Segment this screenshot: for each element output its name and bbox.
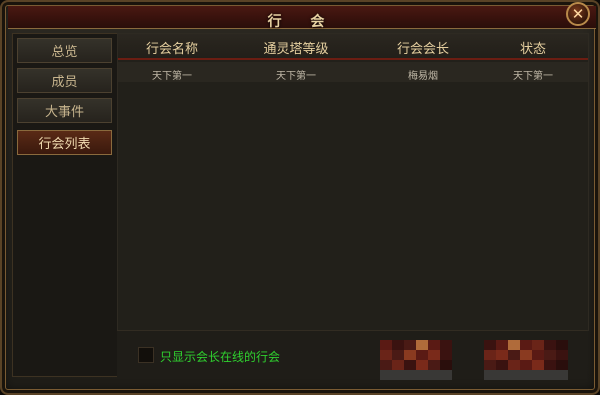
cell-tower-level: 天下第一 (276, 71, 316, 82)
header-guild-name: 行会名称 (145, 42, 198, 57)
tab-members[interactable]: 成员 (17, 68, 112, 93)
pixelated-block-right (484, 340, 568, 380)
title-bar: 行 会 (8, 6, 596, 30)
tab-overview[interactable]: 总览 (17, 38, 112, 63)
tab-guild-list[interactable]: 行会列表 (17, 130, 112, 155)
cell-guild-name: 天下第一 (152, 71, 192, 82)
cell-status: 天下第一 (513, 71, 553, 82)
close-icon[interactable]: ✕ (566, 2, 590, 26)
pixelated-block-left (380, 340, 452, 380)
online-leader-checkbox-label[interactable]: 只显示会长在线的行会 (160, 348, 280, 365)
window-title: 行 会 (267, 14, 337, 30)
online-leader-checkbox[interactable] (138, 347, 154, 363)
tab-events[interactable]: 大事件 (17, 98, 112, 123)
header-guild-leader: 行会会长 (396, 42, 449, 57)
table-row[interactable]: 天下第一 天下第一 梅易烟 天下第一 (118, 62, 588, 82)
header-status: 状态 (519, 42, 546, 57)
table-header: 行会名称 通灵塔等级 行会会长 状态 (118, 34, 588, 60)
header-tower-level: 通灵塔等级 (263, 42, 329, 57)
cell-guild-leader: 梅易烟 (408, 71, 438, 82)
sidebar: 总览 成员 大事件 行会列表 (12, 33, 118, 377)
guild-list-table: 行会名称 通灵塔等级 行会会长 状态 天下第一 天下第一 梅易烟 天下第一 (117, 33, 589, 331)
